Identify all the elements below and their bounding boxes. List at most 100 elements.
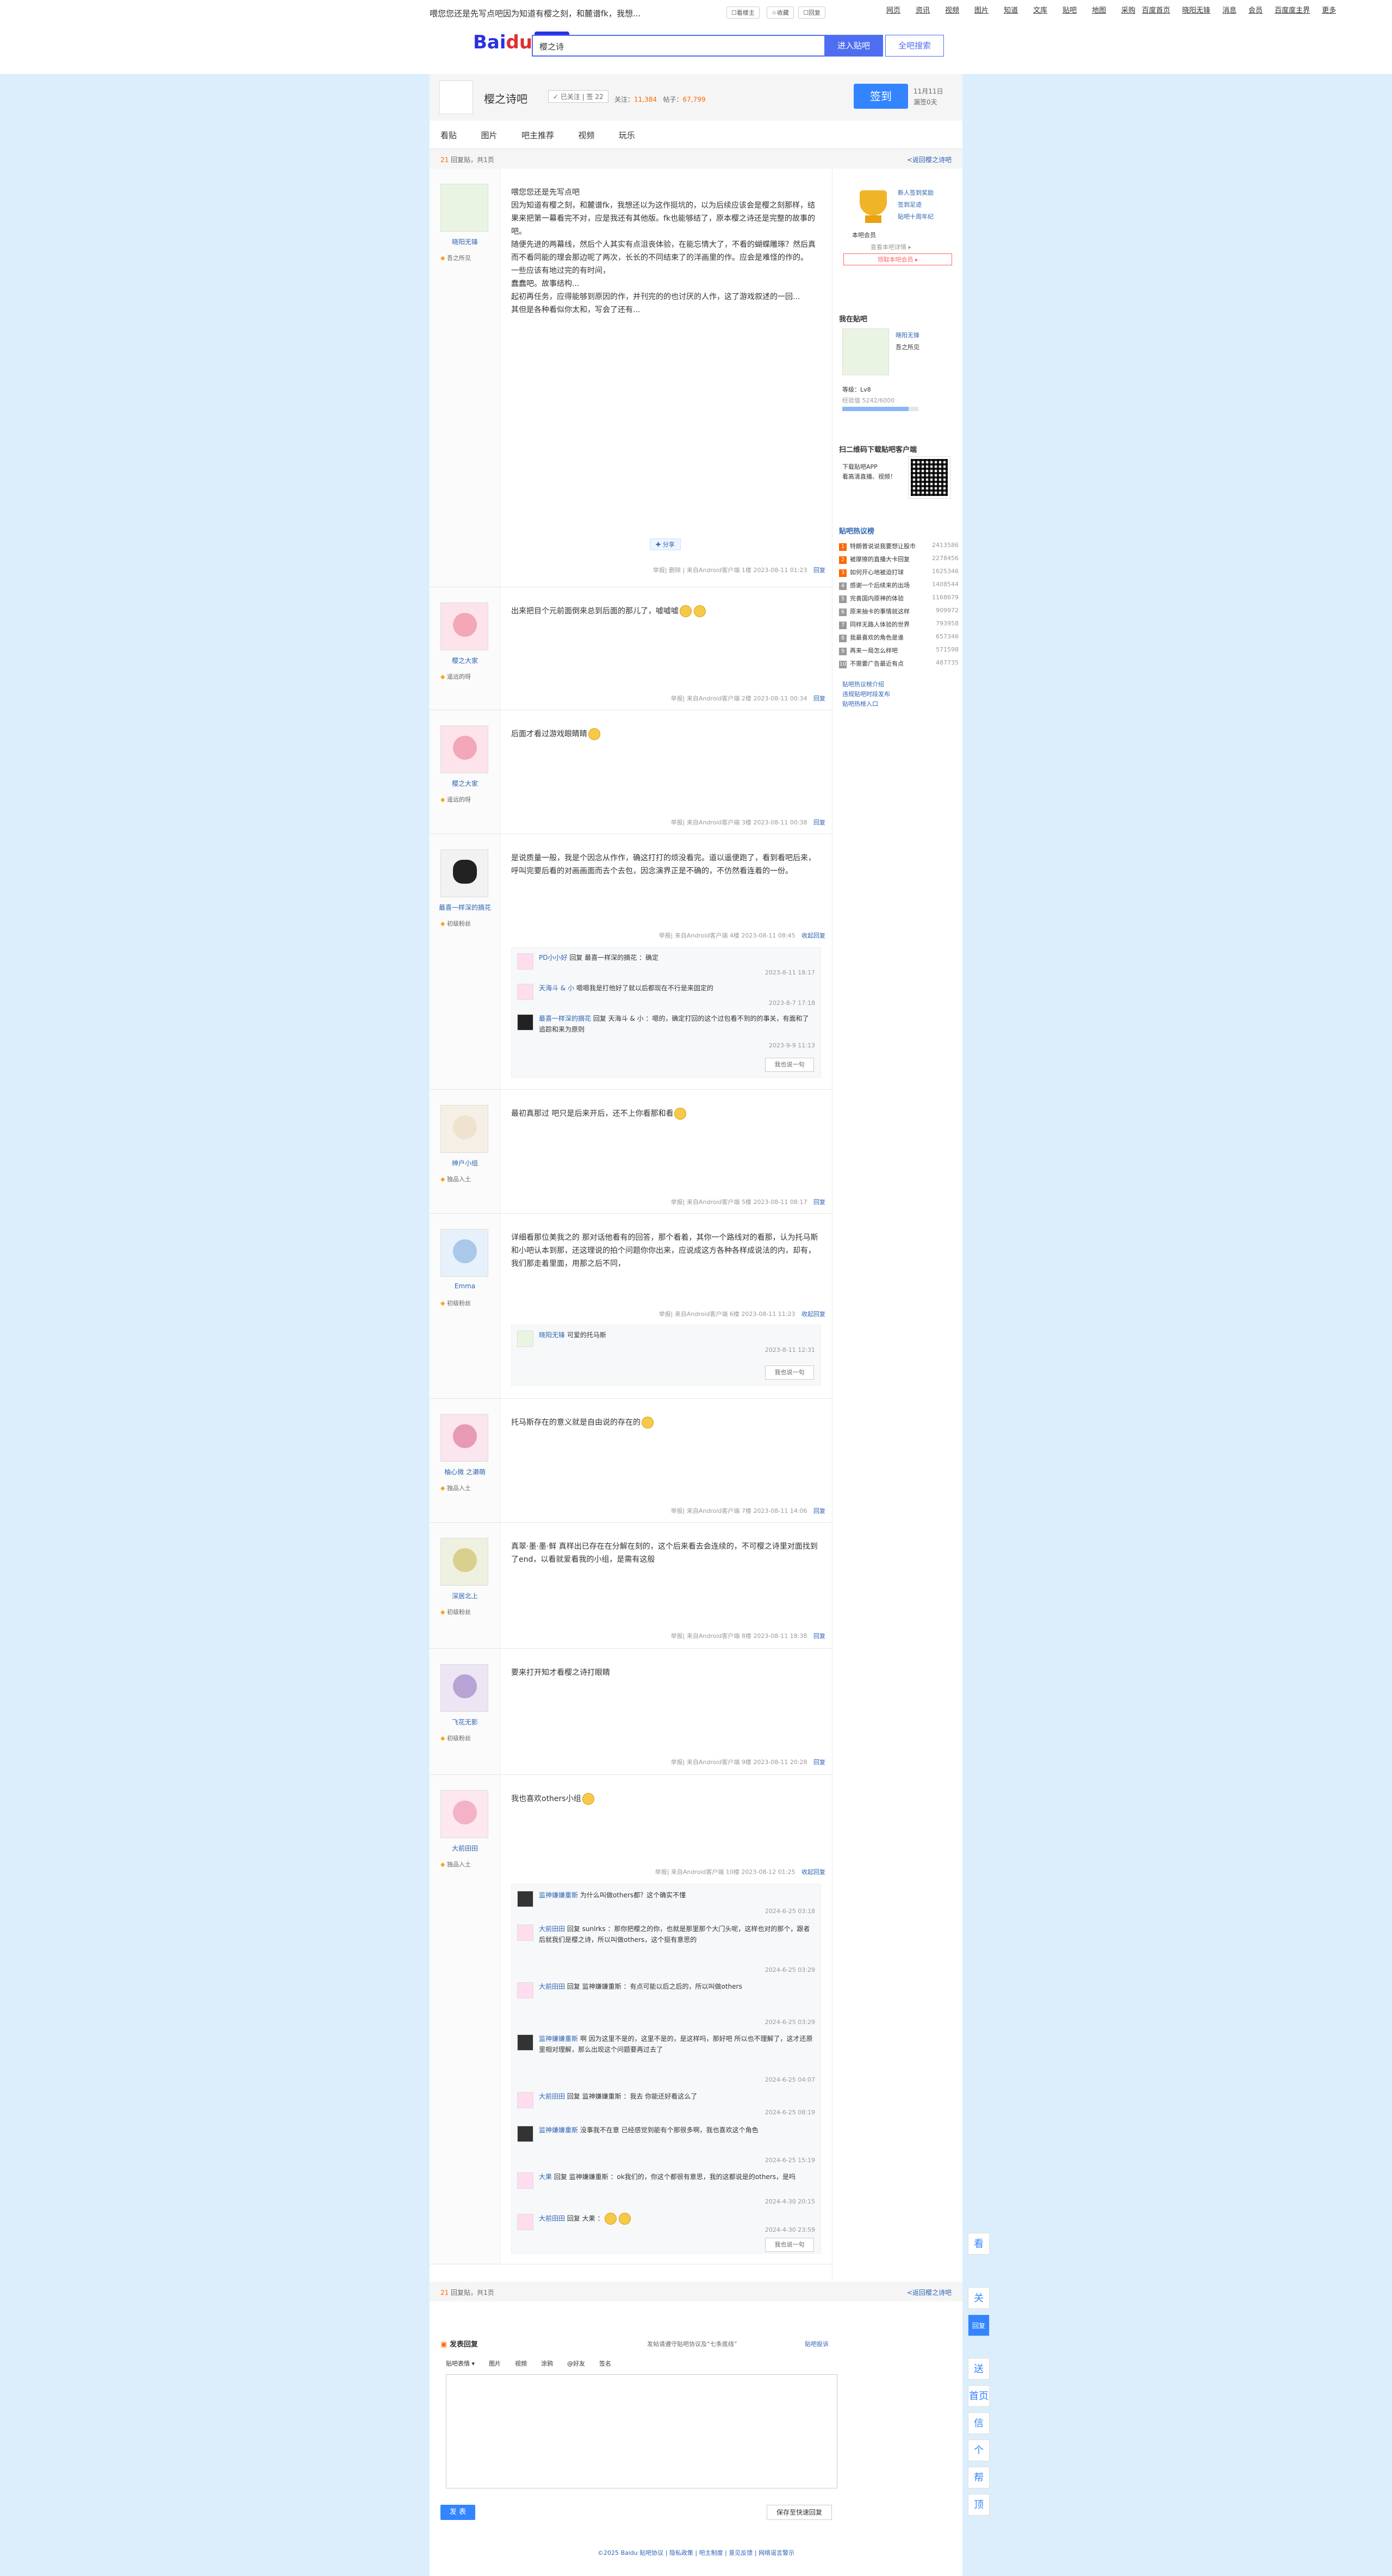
rank-intro-link[interactable]: 贴吧热议榜介绍 — [842, 680, 884, 688]
share-button[interactable]: ✚ 分享 — [650, 538, 681, 550]
doodle-tool[interactable]: 涂鸦 — [541, 2359, 553, 2368]
reply-top-button[interactable]: ☐回复 — [798, 7, 825, 18]
avatar[interactable] — [440, 1538, 488, 1586]
avatar[interactable] — [440, 849, 488, 897]
collapse-replies-link[interactable]: 收起回复 — [801, 1869, 825, 1876]
rank-item[interactable]: 4 感谢一个后续来的出场 1408544 — [839, 581, 959, 591]
baidu-home-link[interactable]: 百度首页 — [1142, 4, 1170, 15]
nav-tieba[interactable]: 贴吧 — [1062, 4, 1077, 15]
collapse-replies-link[interactable]: 收起回复 — [801, 1311, 825, 1318]
avatar[interactable] — [517, 1014, 533, 1031]
avatar[interactable] — [517, 984, 533, 1000]
owner-link[interactable]: 百度度主界 — [1275, 4, 1310, 15]
say-something-button[interactable]: 我也说一句 — [765, 1058, 814, 1072]
avatar[interactable] — [517, 2172, 533, 2189]
back-to-forum-link[interactable]: <返回樱之诗吧 — [907, 2288, 952, 2297]
only-op-button[interactable]: ☐看楼主 — [726, 7, 760, 18]
nav-web[interactable]: 网页 — [886, 4, 900, 15]
nav-wenku[interactable]: 文库 — [1033, 4, 1047, 15]
avatar[interactable] — [517, 1331, 533, 1347]
home-icon[interactable]: 首页 — [968, 2385, 990, 2407]
reply-link[interactable]: 回复 — [813, 1632, 825, 1640]
search-input[interactable]: 樱之诗 — [532, 35, 824, 57]
mention-tool[interactable]: @好友 — [567, 2359, 585, 2368]
messages-link[interactable]: 消息 — [1222, 4, 1236, 15]
collapse-replies-link[interactable]: 收起回复 — [801, 932, 825, 939]
author-name[interactable]: 绅户小组 — [430, 1158, 500, 1168]
avatar[interactable] — [440, 1414, 488, 1462]
video-tool[interactable]: 视频 — [515, 2359, 527, 2368]
author-name[interactable]: 柚心微 之濑萌 — [430, 1467, 500, 1476]
forum-name[interactable]: 樱之诗吧 — [484, 90, 527, 106]
tab-video[interactable]: 视频 — [578, 129, 594, 141]
rank-item[interactable]: 3 如何开心地被迫打球 1625346 — [839, 568, 959, 578]
author-name[interactable]: 深居北上 — [430, 1591, 500, 1600]
member-link-1[interactable]: 新人签到奖励 — [898, 188, 934, 197]
author-name[interactable]: 樱之大家 — [430, 656, 500, 665]
rank-item[interactable]: 5 完善国内原神的体验 1168679 — [839, 594, 959, 604]
rank-item[interactable]: 9 再来一局怎么样吧 571598 — [839, 646, 959, 656]
say-something-button[interactable]: 我也说一句 — [765, 2238, 814, 2252]
rank-item[interactable]: 7 同样无路人体验的世界 793958 — [839, 620, 959, 630]
user-menu[interactable]: 晓阳无锋 — [1182, 4, 1210, 15]
follow-icon[interactable]: 关 — [968, 2287, 990, 2309]
tab-images[interactable]: 图片 — [481, 129, 497, 141]
message-icon[interactable]: 信 — [968, 2412, 990, 2434]
reply-link[interactable]: 回复 — [813, 567, 825, 574]
avatar[interactable] — [440, 1105, 488, 1153]
author-name[interactable]: 最喜一样深的摘花 — [430, 903, 500, 912]
emoji-tool[interactable]: 贴吧表情 ▾ — [446, 2359, 475, 2368]
view-mode-icon[interactable]: 看 — [968, 2233, 990, 2255]
member-link-3[interactable]: 贴吧十周年纪 — [898, 212, 934, 221]
tab-posts[interactable]: 看贴 — [440, 129, 457, 141]
forum-avatar[interactable] — [439, 80, 473, 114]
avatar[interactable] — [517, 2034, 533, 2051]
rank-entry-link[interactable]: 贴吧热榜入口 — [842, 699, 878, 708]
rank-item[interactable]: 10 不需要广告最近有点 487735 — [839, 659, 959, 669]
more-link[interactable]: 更多 — [1322, 4, 1336, 15]
avatar[interactable] — [440, 1664, 488, 1712]
nav-news[interactable]: 资讯 — [916, 4, 930, 15]
rank-item[interactable]: 8 我最喜欢的角色是谁 657346 — [839, 633, 959, 643]
my-name[interactable]: 晓阳无锋 — [896, 331, 919, 339]
save-quick-reply-button[interactable]: 保存至快速回复 — [767, 2505, 832, 2520]
avatar[interactable] — [517, 2126, 533, 2142]
back-to-top-icon[interactable]: 顶 — [968, 2494, 990, 2516]
reply-link[interactable]: 回复 — [813, 695, 825, 702]
author-name[interactable]: Emma — [430, 1282, 500, 1290]
complaint-link[interactable]: 贴吧投诉 — [805, 2339, 829, 2348]
avatar[interactable] — [440, 1229, 488, 1277]
reply-link[interactable]: 回复 — [813, 1507, 825, 1514]
nav-caigou[interactable]: 采购 — [1121, 4, 1135, 15]
avatar[interactable] — [517, 1891, 533, 1907]
nav-video[interactable]: 视频 — [945, 4, 959, 15]
nav-image[interactable]: 图片 — [974, 4, 989, 15]
avatar[interactable] — [517, 1925, 533, 1941]
help-icon[interactable]: 帮 — [968, 2467, 990, 2488]
avatar[interactable] — [440, 725, 488, 773]
nav-map[interactable]: 地图 — [1092, 4, 1106, 15]
avatar[interactable] — [517, 953, 533, 970]
nav-zhidao[interactable]: 知道 — [1004, 4, 1018, 15]
avatar[interactable] — [517, 1982, 533, 1998]
profile-icon[interactable]: 个 — [968, 2440, 990, 2461]
reply-textarea[interactable] — [446, 2374, 837, 2488]
avatar[interactable] — [842, 328, 889, 375]
sign-in-button[interactable]: 签到 — [854, 84, 908, 109]
author-name[interactable]: 飞花无影 — [430, 1717, 500, 1727]
member-link-2[interactable]: 签到足迹 — [898, 200, 922, 209]
reply-link[interactable]: 回复 — [813, 1199, 825, 1206]
enter-forum-button[interactable]: 进入贴吧 — [824, 35, 883, 57]
follow-button[interactable]: ✓ 已关注 | 签 22 — [548, 90, 608, 103]
author-name[interactable]: 樱之大家 — [430, 779, 500, 788]
favorite-button[interactable]: ☆收藏 — [767, 7, 794, 18]
back-to-forum-link[interactable]: <返回樱之诗吧 — [907, 155, 952, 164]
rank-item[interactable]: 2 被摩擦的直播大卡回复 2278456 — [839, 555, 959, 564]
author-name[interactable]: 大前田田 — [430, 1843, 500, 1853]
reply-icon[interactable]: 回复 — [968, 2314, 990, 2336]
signature-tool[interactable]: 签名 — [599, 2359, 611, 2368]
avatar[interactable] — [517, 2092, 533, 2108]
full-search-button[interactable]: 全吧搜索 — [885, 35, 944, 57]
send-button[interactable]: 发 表 — [440, 2505, 475, 2520]
rank-report-link[interactable]: 违规贴吧时段发布 — [842, 690, 890, 698]
